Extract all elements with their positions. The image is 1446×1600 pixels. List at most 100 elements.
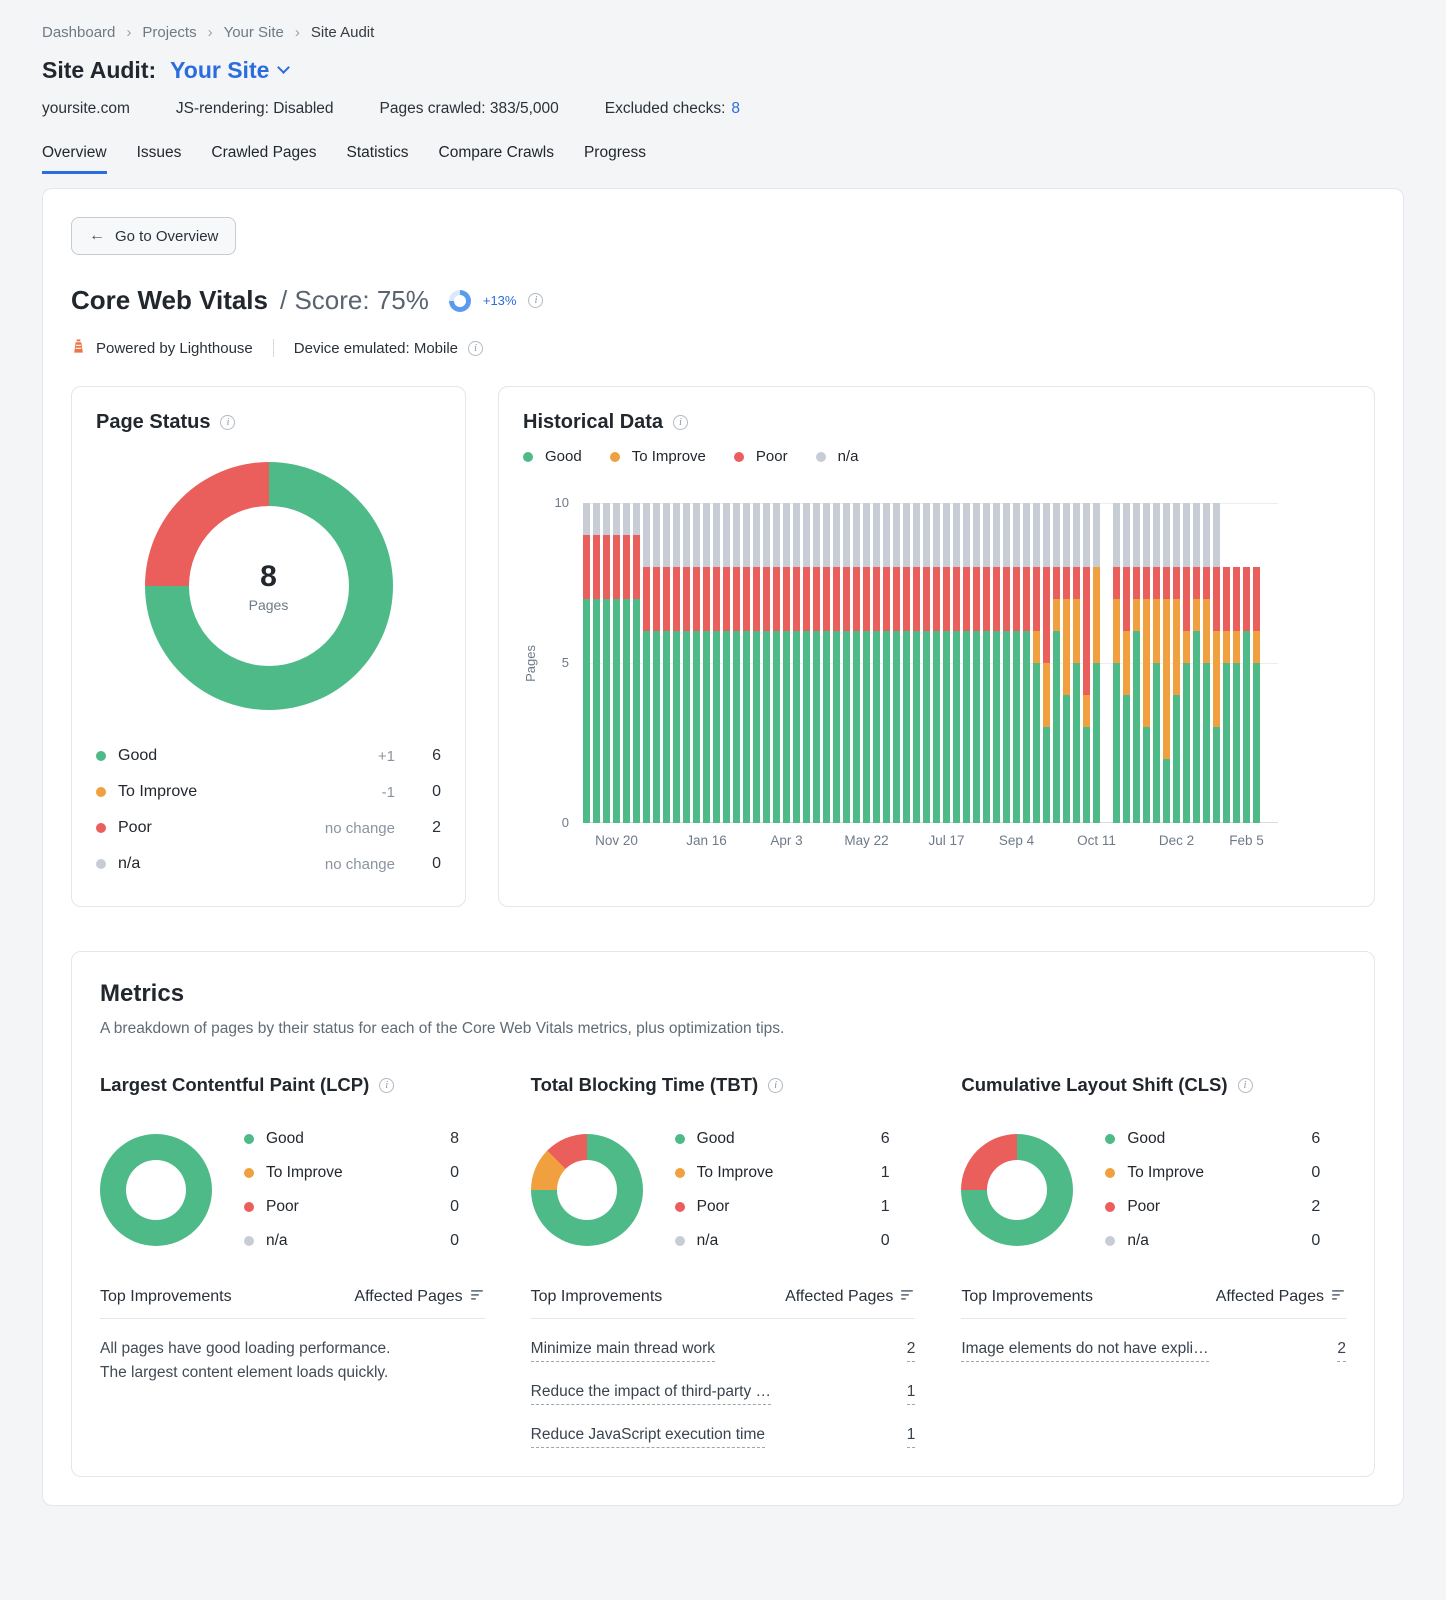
history-bar[interactable] <box>1043 503 1050 823</box>
history-bar[interactable] <box>753 503 760 823</box>
history-bar[interactable] <box>983 503 990 823</box>
history-bar[interactable] <box>733 503 740 823</box>
history-bar[interactable] <box>1233 567 1240 823</box>
history-bar[interactable] <box>1143 503 1150 823</box>
history-bar[interactable] <box>883 503 890 823</box>
history-bar[interactable] <box>763 503 770 823</box>
tab-progress[interactable]: Progress <box>584 144 646 174</box>
history-bar[interactable] <box>723 503 730 823</box>
info-icon[interactable]: i <box>528 293 544 308</box>
history-bar[interactable] <box>1153 503 1160 823</box>
history-bar[interactable] <box>863 503 870 823</box>
history-bar[interactable] <box>1063 503 1070 823</box>
affected-pages-count-link[interactable]: 1 <box>906 1426 916 1448</box>
history-bar[interactable] <box>873 503 880 823</box>
history-bar[interactable] <box>853 503 860 823</box>
sort-icon[interactable] <box>901 1288 915 1306</box>
history-bar[interactable] <box>973 503 980 823</box>
history-bar[interactable] <box>713 503 720 823</box>
history-bar[interactable] <box>743 503 750 823</box>
breadcrumb-item-dashboard[interactable]: Dashboard <box>42 24 115 41</box>
affected-pages-count-link[interactable]: 1 <box>906 1383 916 1405</box>
info-icon[interactable]: i <box>673 415 689 430</box>
history-bar[interactable] <box>1123 503 1130 823</box>
info-icon[interactable]: i <box>468 340 484 356</box>
history-bar[interactable] <box>663 503 670 823</box>
history-bar[interactable] <box>1243 567 1250 823</box>
history-bar[interactable] <box>1173 503 1180 823</box>
history-bar[interactable] <box>823 503 830 823</box>
history-bar[interactable] <box>843 503 850 823</box>
improvement-link[interactable]: Reduce the impact of third-party … <box>530 1383 772 1405</box>
history-bar[interactable] <box>673 503 680 823</box>
tab-compare-crawls[interactable]: Compare Crawls <box>439 144 554 174</box>
history-bar[interactable] <box>593 503 600 823</box>
tab-statistics[interactable]: Statistics <box>347 144 409 174</box>
history-bar[interactable] <box>1113 503 1120 823</box>
affected-pages-count-link[interactable]: 2 <box>1337 1340 1346 1362</box>
history-bar[interactable] <box>803 503 810 823</box>
tab-overview[interactable]: Overview <box>42 144 107 174</box>
history-bar[interactable] <box>1213 503 1220 823</box>
history-bar[interactable] <box>633 503 640 823</box>
history-bar[interactable] <box>1003 503 1010 823</box>
info-icon[interactable]: i <box>768 1077 784 1093</box>
excluded-checks-link[interactable]: 8 <box>731 100 740 118</box>
improvement-link[interactable]: Image elements do not have expli… <box>961 1340 1209 1362</box>
site-selector[interactable]: Your Site <box>170 57 291 84</box>
history-bar[interactable] <box>953 503 960 823</box>
history-bar[interactable] <box>1163 503 1170 823</box>
history-bar[interactable] <box>1193 503 1200 823</box>
x-tick-label: Nov 20 <box>595 833 638 848</box>
history-bar[interactable] <box>1073 503 1080 823</box>
go-to-overview-button[interactable]: ← Go to Overview <box>71 217 237 255</box>
history-bar[interactable] <box>1083 503 1090 823</box>
history-bar[interactable] <box>913 503 920 823</box>
history-bar[interactable] <box>1223 567 1230 823</box>
history-bar[interactable] <box>1013 503 1020 823</box>
history-bar[interactable] <box>813 503 820 823</box>
poor-segment <box>1003 567 1010 631</box>
history-bar[interactable] <box>623 503 630 823</box>
info-icon[interactable]: i <box>220 415 236 430</box>
affected-pages-count-link[interactable]: 2 <box>906 1340 916 1362</box>
good-segment <box>703 631 710 823</box>
history-bar[interactable] <box>583 503 590 823</box>
history-bar[interactable] <box>833 503 840 823</box>
history-bar[interactable] <box>603 503 610 823</box>
history-bar[interactable] <box>1183 503 1190 823</box>
history-bar[interactable] <box>893 503 900 823</box>
history-bar[interactable] <box>643 503 650 823</box>
tab-issues[interactable]: Issues <box>137 144 182 174</box>
history-bar[interactable] <box>903 503 910 823</box>
history-bar[interactable] <box>1053 503 1060 823</box>
sort-icon[interactable] <box>1331 1288 1346 1306</box>
history-bar[interactable] <box>1093 503 1100 823</box>
tab-crawled-pages[interactable]: Crawled Pages <box>211 144 316 174</box>
sort-icon[interactable] <box>470 1288 485 1306</box>
history-bar[interactable] <box>793 503 800 823</box>
history-bar[interactable] <box>693 503 700 823</box>
history-bar[interactable] <box>963 503 970 823</box>
history-bar[interactable] <box>1253 567 1260 823</box>
breadcrumb-item-your-site[interactable]: Your Site <box>224 24 284 41</box>
improvement-link[interactable]: Reduce JavaScript execution time <box>530 1426 765 1448</box>
history-bar[interactable] <box>923 503 930 823</box>
history-bar[interactable] <box>1033 503 1040 823</box>
history-bar[interactable] <box>1203 503 1210 823</box>
info-icon[interactable]: i <box>1237 1077 1253 1093</box>
history-bar[interactable] <box>773 503 780 823</box>
breadcrumb-item-projects[interactable]: Projects <box>142 24 196 41</box>
history-bar[interactable] <box>783 503 790 823</box>
history-bar[interactable] <box>703 503 710 823</box>
info-icon[interactable]: i <box>379 1077 395 1093</box>
history-bar[interactable] <box>993 503 1000 823</box>
history-bar[interactable] <box>1133 503 1140 823</box>
history-bar[interactable] <box>943 503 950 823</box>
history-bar[interactable] <box>933 503 940 823</box>
history-bar[interactable] <box>1023 503 1030 823</box>
history-bar[interactable] <box>653 503 660 823</box>
improvement-link[interactable]: Minimize main thread work <box>530 1340 715 1362</box>
history-bar[interactable] <box>683 503 690 823</box>
history-bar[interactable] <box>613 503 620 823</box>
